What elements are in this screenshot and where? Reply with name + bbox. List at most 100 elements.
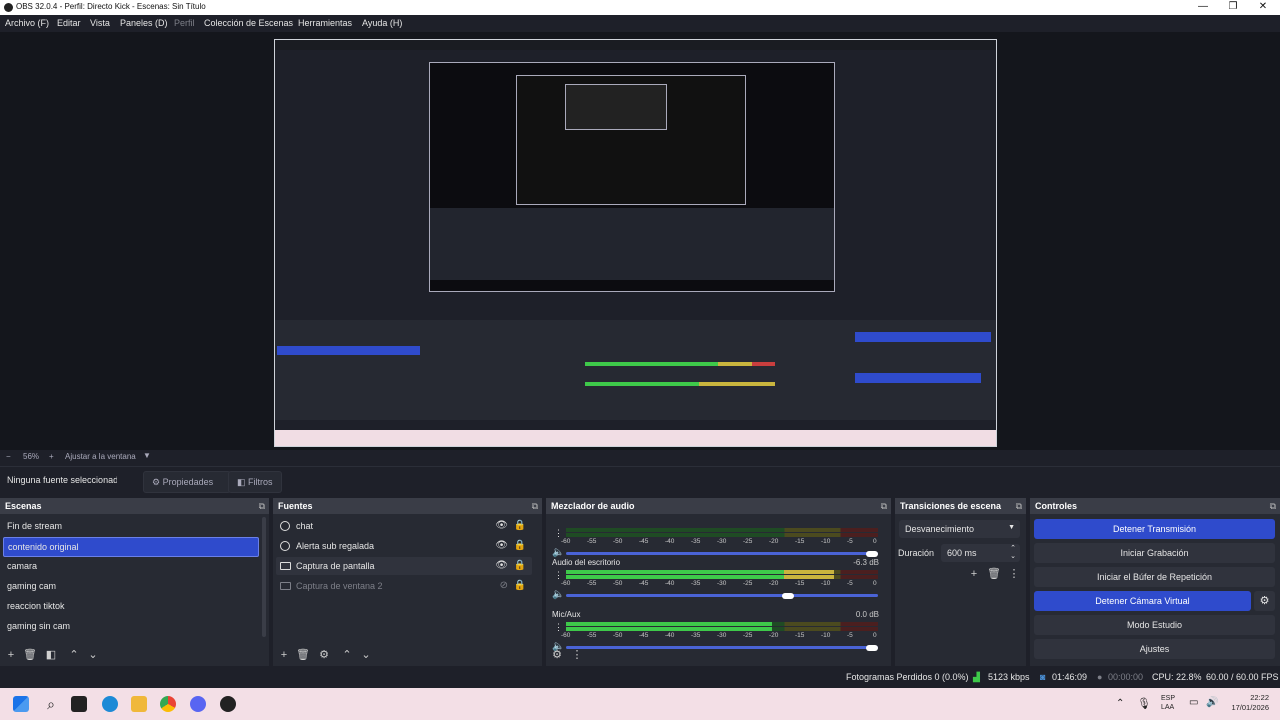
menu-vista[interactable]: Vista [90,18,110,28]
tray-chevron-icon[interactable]: ⌃ [1116,698,1124,709]
eye-hidden-icon[interactable]: ⊘ [500,577,508,595]
duration-spinbox[interactable]: 600 ms ⌃ ⌄ [941,544,1020,562]
scene-item[interactable]: gaming cam [3,577,259,595]
network-icon[interactable]: ▭ [1189,697,1198,708]
task-view-icon[interactable] [71,696,87,712]
stop-streaming-button[interactable]: Detener Transmisión [1034,519,1275,539]
filters-button[interactable]: ◧ Filtros [228,471,282,493]
scene-item[interactable]: camara [3,557,259,575]
stop-virtual-camera-button[interactable]: Detener Cámara Virtual [1034,591,1251,611]
add-transition-icon[interactable]: + [967,567,981,581]
lock-icon[interactable]: 🔒 [514,537,526,555]
close-button[interactable]: ✕ [1248,1,1278,12]
source-properties-icon[interactable]: ⚙ [317,648,331,662]
eye-icon[interactable]: 👁 [495,557,508,575]
mixer-menu-icon[interactable]: ⋮ [570,648,584,662]
start-icon[interactable] [13,696,29,712]
source-item[interactable]: Alerta sub regalada 👁 🔒 [276,537,532,555]
studio-mode-button[interactable]: Modo Estudio [1034,615,1275,635]
remove-transition-icon[interactable]: 🗑 [987,567,1001,581]
menu-paneles[interactable]: Paneles (D) [120,18,168,28]
meter-tick-label: -30 [717,538,727,545]
filters-icon[interactable]: ◧ [44,648,58,662]
volume-handle[interactable] [781,592,794,599]
transition-menu-icon[interactable]: ⋮ [1007,567,1021,581]
properties-button[interactable]: ⚙ Propiedades [143,471,231,493]
add-source-icon[interactable]: + [277,648,291,662]
menu-editar[interactable]: Editar [57,18,81,28]
volume-handle[interactable] [866,550,878,557]
source-item-hidden[interactable]: Captura de ventana 2 ⊘ 🔒 [276,577,532,595]
eye-icon[interactable]: 👁 [495,537,508,555]
speaker-icon[interactable]: 🔈 [552,547,564,558]
edge-icon[interactable] [102,696,118,712]
channel-meter-level [566,627,772,631]
virtual-camera-settings-icon[interactable]: ⚙ [1254,591,1275,611]
settings-button[interactable]: Ajustes [1034,639,1275,659]
search-icon[interactable]: ⌕ [43,696,59,712]
discord-icon[interactable] [190,696,206,712]
meter-tick-label: -60 [561,580,571,587]
dock-float-icon[interactable]: ⧉ [532,498,538,514]
spin-up-icon[interactable]: ⌃ [1010,544,1016,552]
nested-preview-deep [565,84,667,130]
zoom-in-button[interactable]: + [49,452,54,461]
volume-slider[interactable] [566,552,878,555]
move-up-icon[interactable]: ⌃ [340,648,354,662]
source-label: Captura de ventana 2 [296,581,383,591]
scenes-toolbar: + 🗑 ◧ ⌃ ⌄ [0,644,269,666]
menu-coleccion-escenas[interactable]: Colección de Escenas [204,18,293,28]
move-up-icon[interactable]: ⌃ [67,648,81,662]
chrome-icon[interactable] [160,696,176,712]
scenes-scrollbar[interactable] [262,517,266,637]
zoom-fit-label[interactable]: Ajustar a la ventana [65,452,136,461]
preview-canvas[interactable] [274,39,997,447]
scene-item[interactable]: gaming sin cam [3,617,259,635]
scene-item-selected[interactable]: contenido original [3,537,259,557]
microphone-icon[interactable]: 🎙 [1137,697,1151,710]
start-recording-button[interactable]: Iniciar Grabación [1034,543,1275,563]
remove-scene-icon[interactable]: 🗑 [23,648,37,662]
volume-slider[interactable] [566,594,878,597]
meter-tick-label: -10 [821,580,831,587]
move-down-icon[interactable]: ⌄ [359,648,373,662]
clock[interactable]: 22:22 17/01/2026 [1227,693,1269,713]
add-scene-icon[interactable]: + [4,648,18,662]
volume-icon[interactable]: 🔊 [1206,697,1218,708]
menu-herramientas[interactable]: Herramientas [298,18,352,28]
scene-item[interactable]: Fin de stream [3,517,259,535]
menu-ayuda[interactable]: Ayuda (H) [362,18,402,28]
lock-icon[interactable]: 🔒 [514,577,526,595]
zoom-dropdown-icon[interactable]: ▼ [143,451,151,460]
move-down-icon[interactable]: ⌄ [86,648,100,662]
zoom-level: 56% [23,452,40,461]
file-explorer-icon[interactable] [131,696,147,712]
transitions-title: Transiciones de escena [900,501,1002,511]
advanced-audio-icon[interactable]: ⚙ [550,648,564,662]
fps: 60.00 / 60.00 FPS [1206,672,1279,682]
obs-taskbar-icon[interactable] [220,696,236,712]
start-replay-buffer-button[interactable]: Iniciar el Búfer de Repetición [1034,567,1275,587]
minimize-button[interactable]: — [1188,1,1218,12]
source-item[interactable]: Captura de pantalla 👁 🔒 [276,557,532,575]
spin-down-icon[interactable]: ⌄ [1010,552,1016,560]
dock-float-icon[interactable]: ⧉ [259,498,265,514]
nested-preview [429,62,835,292]
source-item[interactable]: chat 👁 🔒 [276,517,532,535]
dock-float-icon[interactable]: ⧉ [1016,498,1022,514]
channel-name: Mic/Aux [552,610,581,619]
input-language[interactable]: ESP LAA [1161,694,1175,712]
preview-area[interactable] [0,32,1280,450]
lock-icon[interactable]: 🔒 [514,557,526,575]
speaker-icon[interactable]: 🔈 [552,589,564,600]
lock-icon[interactable]: 🔒 [514,517,526,535]
menu-archivo[interactable]: Archivo (F) [5,18,49,28]
transition-select[interactable]: Desvanecimiento ▼ [899,520,1020,538]
remove-source-icon[interactable]: 🗑 [296,648,310,662]
scene-item[interactable]: reaccion tiktok [3,597,259,615]
dock-float-icon[interactable]: ⧉ [881,498,887,514]
eye-icon[interactable]: 👁 [495,517,508,535]
dock-float-icon[interactable]: ⧉ [1270,498,1276,514]
zoom-out-button[interactable]: − [6,452,11,461]
maximize-button[interactable]: ❐ [1218,1,1248,12]
